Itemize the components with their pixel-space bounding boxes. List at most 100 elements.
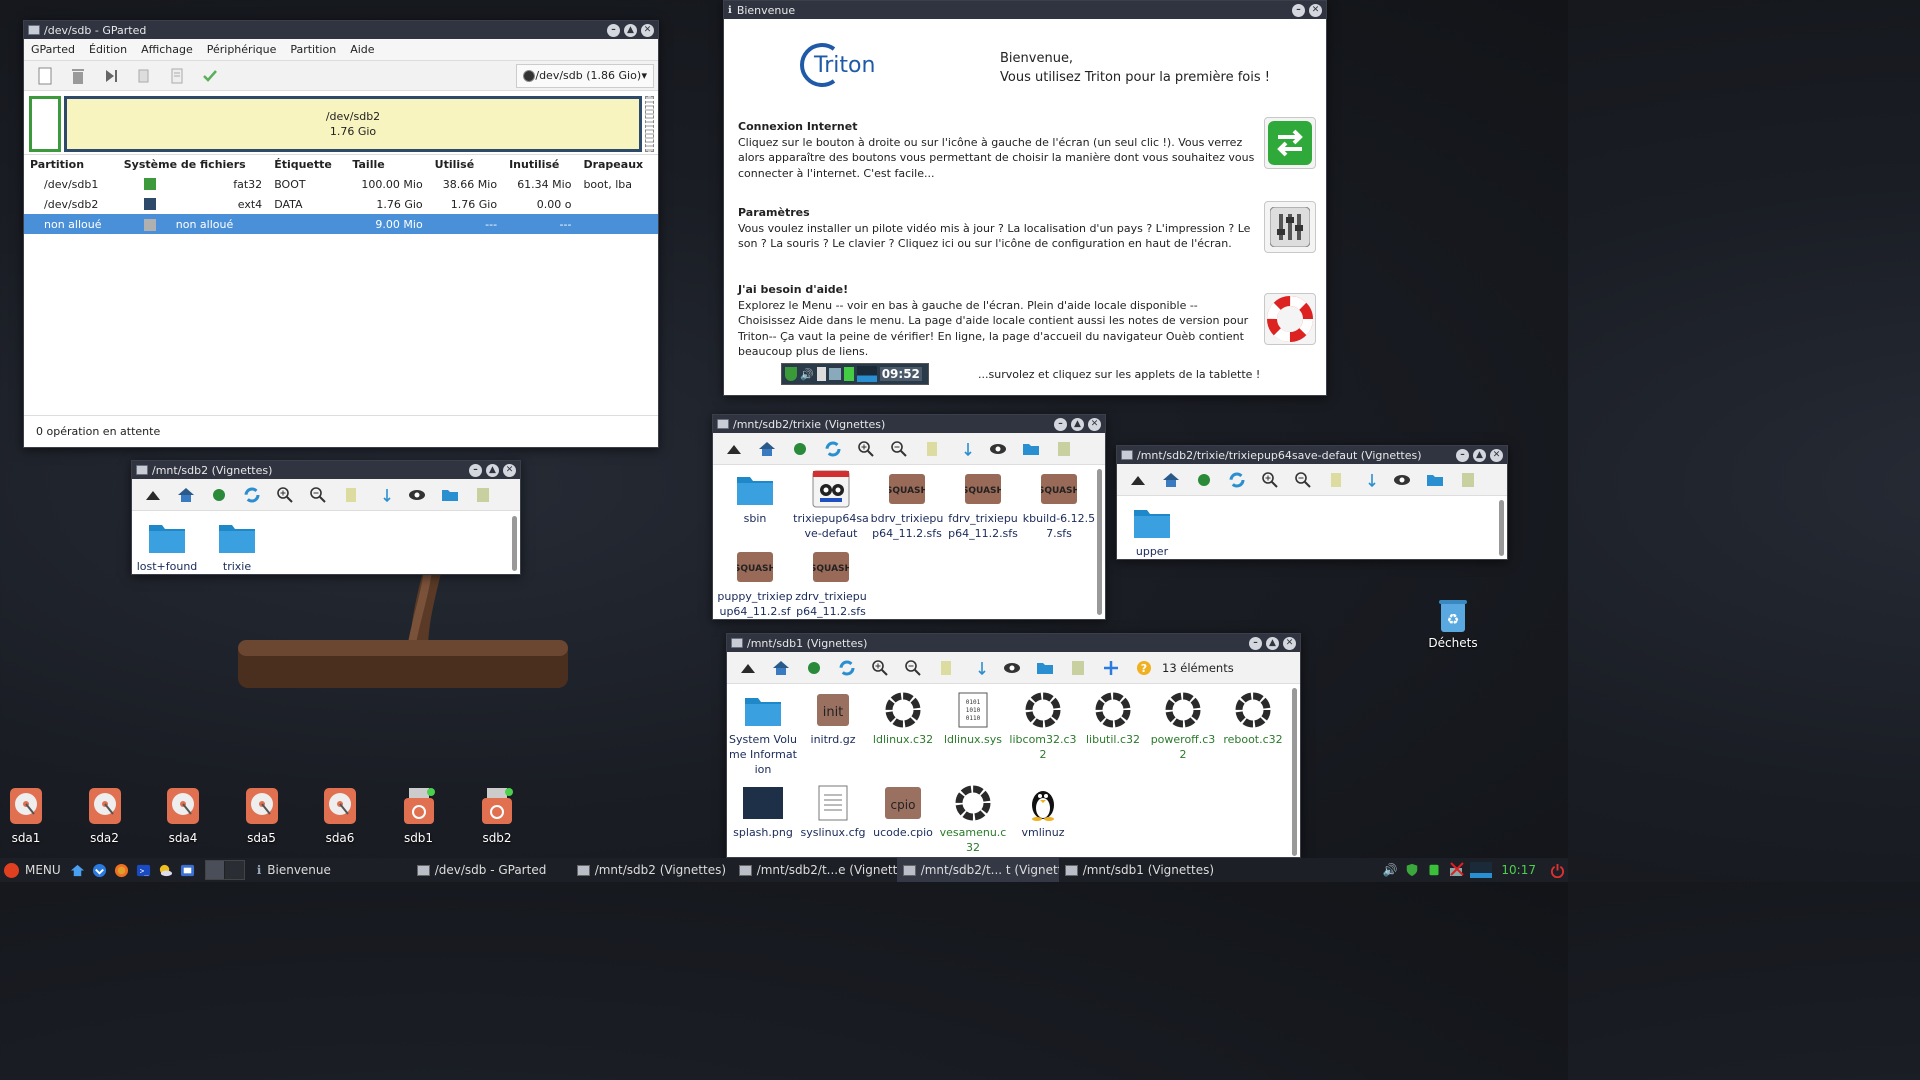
home-icon[interactable] bbox=[169, 482, 202, 508]
task-pupsave[interactable]: /mnt/sdb2/t... t (Vignettes) bbox=[896, 858, 1059, 882]
sort-icon[interactable] bbox=[367, 482, 400, 508]
sdb2-titlebar[interactable]: /mnt/sdb2 (Vignettes) – ▲ ✕ bbox=[132, 461, 520, 479]
drive-desktop-icon[interactable]: sdb2 bbox=[462, 786, 532, 845]
close-button[interactable]: ✕ bbox=[503, 463, 516, 477]
drive-desktop-icon[interactable]: sda1 bbox=[0, 786, 61, 845]
maximize-button[interactable]: ▲ bbox=[1473, 448, 1486, 462]
col-partition[interactable]: Partition bbox=[24, 155, 118, 174]
details-icon[interactable] bbox=[1047, 436, 1080, 462]
welcome-titlebar[interactable]: ℹ Bienvenue – ✕ bbox=[724, 1, 1326, 19]
file-item[interactable]: libutil.c32 bbox=[1078, 690, 1148, 777]
col-size[interactable]: Taille bbox=[346, 155, 428, 174]
close-button[interactable]: ✕ bbox=[1309, 3, 1322, 17]
file-item[interactable]: System Volume Information bbox=[728, 690, 798, 777]
file-item[interactable]: sbin bbox=[717, 469, 793, 541]
file-item[interactable]: trixie bbox=[202, 517, 272, 574]
new-partition-icon[interactable] bbox=[28, 63, 61, 89]
menu-aide[interactable]: Aide bbox=[343, 43, 381, 56]
maximize-button[interactable]: ▲ bbox=[486, 463, 499, 477]
details-icon[interactable] bbox=[1061, 655, 1094, 681]
details-icon[interactable] bbox=[466, 482, 499, 508]
terminal-launcher-icon[interactable]: >_ bbox=[136, 862, 152, 878]
sort-icon[interactable] bbox=[948, 436, 981, 462]
clock[interactable]: 10:17 bbox=[1501, 863, 1536, 877]
file-item[interactable]: SQUASH bdrv_trixiepup64_11.2.sfs bbox=[869, 469, 945, 541]
scrollbar[interactable] bbox=[512, 516, 517, 571]
task-bienvenue[interactable]: ℹ Bienvenue bbox=[251, 858, 411, 882]
browser-launcher-icon[interactable] bbox=[114, 862, 130, 878]
minimize-button[interactable]: – bbox=[1292, 3, 1305, 17]
scrollbar[interactable] bbox=[1499, 500, 1504, 556]
file-item[interactable]: poweroff.c32 bbox=[1148, 690, 1218, 777]
delete-icon[interactable] bbox=[61, 63, 94, 89]
file-item[interactable]: reboot.c32 bbox=[1218, 690, 1288, 777]
back-icon[interactable] bbox=[202, 482, 235, 508]
close-button[interactable]: ✕ bbox=[1283, 636, 1296, 650]
table-row[interactable]: /dev/sdb2 ext4 DATA 1.76 Gio 1.76 Gio 0.… bbox=[24, 194, 658, 214]
table-row[interactable]: /dev/sdb1 fat32 BOOT 100.00 Mio 38.66 Mi… bbox=[24, 174, 658, 194]
back-icon[interactable] bbox=[1187, 467, 1220, 493]
minimize-button[interactable]: – bbox=[1249, 636, 1262, 650]
home-icon[interactable] bbox=[1154, 467, 1187, 493]
show-hidden-icon[interactable] bbox=[995, 655, 1028, 681]
file-item[interactable]: syslinux.cfg bbox=[798, 783, 868, 855]
workspace-1[interactable] bbox=[205, 861, 226, 879]
apply-check-icon[interactable] bbox=[193, 63, 226, 89]
folder-icon[interactable] bbox=[433, 482, 466, 508]
file-item[interactable]: SQUASH fdrv_trixiepup64_11.2.sfs bbox=[945, 469, 1021, 541]
graphic-sdb1[interactable] bbox=[29, 96, 61, 152]
zoom-out-icon[interactable] bbox=[301, 482, 334, 508]
menu-partition[interactable]: Partition bbox=[283, 43, 343, 56]
zoom-in-icon[interactable] bbox=[268, 482, 301, 508]
col-used[interactable]: Utilisé bbox=[429, 155, 503, 174]
folder-icon[interactable] bbox=[1014, 436, 1047, 462]
file-item[interactable]: SQUASH kbuild-6.12.57.sfs bbox=[1021, 469, 1097, 541]
file-item[interactable]: lost+found bbox=[132, 517, 202, 574]
maximize-button[interactable]: ▲ bbox=[1071, 417, 1084, 431]
help-button[interactable] bbox=[1264, 293, 1316, 345]
home-icon[interactable] bbox=[750, 436, 783, 462]
device-selector[interactable]: /dev/sdb (1.86 Gio) ▾ bbox=[516, 63, 654, 88]
volume-icon[interactable]: 🔊 bbox=[1382, 862, 1398, 878]
file-item[interactable]: splash.png bbox=[728, 783, 798, 855]
refresh-icon[interactable] bbox=[816, 436, 849, 462]
up-icon[interactable] bbox=[731, 655, 764, 681]
zoom-out-icon[interactable] bbox=[882, 436, 915, 462]
file-item[interactable]: trixiepup64save-defaut bbox=[793, 469, 869, 541]
file-item[interactable]: libcom32.c32 bbox=[1008, 690, 1078, 777]
drive-desktop-icon[interactable]: sda2 bbox=[70, 786, 140, 845]
sdb1-titlebar[interactable]: /mnt/sdb1 (Vignettes) – ▲ ✕ bbox=[727, 634, 1300, 652]
col-unused[interactable]: Inutilisé bbox=[503, 155, 577, 174]
sort-icon[interactable] bbox=[1352, 467, 1385, 493]
details-icon[interactable] bbox=[1451, 467, 1484, 493]
cpu-monitor-icon[interactable] bbox=[1470, 862, 1493, 878]
screenshot-launcher-icon[interactable] bbox=[180, 862, 196, 878]
workspace-2[interactable] bbox=[225, 861, 244, 879]
drive-desktop-icon[interactable]: sda5 bbox=[227, 786, 297, 845]
zoom-in-icon[interactable] bbox=[863, 655, 896, 681]
workspace-pager[interactable] bbox=[204, 860, 245, 880]
paste-icon[interactable] bbox=[160, 63, 193, 89]
folder-icon[interactable] bbox=[1418, 467, 1451, 493]
task-sdb2[interactable]: /mnt/sdb2 (Vignettes) bbox=[571, 858, 733, 882]
task-gparted[interactable]: /dev/sdb - GParted bbox=[411, 858, 571, 882]
file-item[interactable]: upper bbox=[1117, 502, 1187, 559]
copy-icon[interactable] bbox=[127, 63, 160, 89]
up-icon[interactable] bbox=[136, 482, 169, 508]
help-icon[interactable]: ? bbox=[1127, 655, 1160, 681]
zoom-out-icon[interactable] bbox=[1286, 467, 1319, 493]
file-item[interactable]: SQUASH zdrv_trixiepup64_11.2.sfs bbox=[793, 547, 869, 619]
graphic-sdb2[interactable]: /dev/sdb2 1.76 Gio bbox=[64, 96, 642, 152]
home-launcher-icon[interactable] bbox=[70, 862, 86, 878]
task-sdb1[interactable]: /mnt/sdb1 (Vignettes) bbox=[1059, 858, 1219, 882]
maximize-button[interactable]: ▲ bbox=[1266, 636, 1279, 650]
maximize-button[interactable]: ▲ bbox=[624, 23, 637, 37]
refresh-icon[interactable] bbox=[830, 655, 863, 681]
sort-icon[interactable] bbox=[962, 655, 995, 681]
drive-desktop-icon[interactable]: sda4 bbox=[148, 786, 218, 845]
list-view-icon[interactable] bbox=[929, 655, 962, 681]
menu-edition[interactable]: Édition bbox=[82, 43, 134, 56]
trixie-titlebar[interactable]: /mnt/sdb2/trixie (Vignettes) – ▲ ✕ bbox=[713, 415, 1105, 433]
firewall-shield-icon[interactable] bbox=[1404, 862, 1420, 878]
close-button[interactable]: ✕ bbox=[1088, 417, 1101, 431]
